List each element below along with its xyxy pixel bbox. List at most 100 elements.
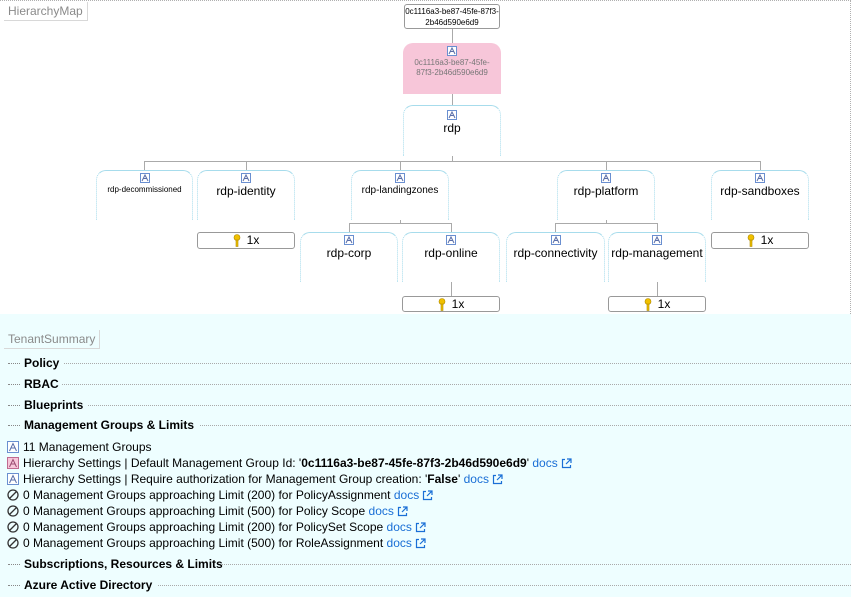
- subscription-count-badge[interactable]: 1x: [608, 296, 706, 312]
- mg-label-rdp-corp: rdp-corp: [326, 246, 372, 260]
- mg-label-rdp-online: rdp-online: [424, 246, 478, 260]
- connector-line: [144, 161, 145, 170]
- root-management-group-icon: [7, 457, 19, 469]
- mg-node-rdp[interactable]: rdp: [403, 105, 501, 156]
- connector-line: [555, 223, 556, 232]
- section-subscriptions-resources-limits[interactable]: Subscriptions, Resources & Limits: [0, 556, 851, 572]
- management-group-icon: [447, 110, 457, 120]
- mg-node-rdp-sandboxes[interactable]: rdp-sandboxes: [711, 170, 809, 220]
- management-group-icon: [550, 235, 561, 245]
- subscription-count-badge[interactable]: 1x: [711, 232, 809, 249]
- key-icon: [747, 234, 754, 248]
- key-icon: [644, 298, 651, 312]
- connector-line: [452, 29, 453, 43]
- docs-link[interactable]: docs: [387, 520, 412, 534]
- mg-node-rdp-connectivity[interactable]: rdp-connectivity: [506, 232, 605, 282]
- management-group-icon: [241, 173, 251, 183]
- section-azure-active-directory[interactable]: Azure Active Directory: [0, 577, 851, 593]
- docs-link[interactable]: docs: [387, 536, 412, 550]
- mg-node-rdp-decommissioned[interactable]: rdp-decommissioned: [96, 170, 193, 220]
- mg-node-rdp-online[interactable]: rdp-online: [402, 232, 500, 282]
- mg-label-rdp-connectivity: rdp-connectivity: [513, 246, 598, 260]
- connector-line: [452, 94, 453, 105]
- section-blueprints[interactable]: Blueprints: [0, 397, 851, 413]
- root-group-label: 0c1116a3-be87-45fe-87f3-2b46d590e6d9: [414, 58, 490, 77]
- tenant-summary-tag: TenantSummary: [4, 330, 101, 349]
- connector-line: [451, 223, 452, 232]
- management-group-icon: [652, 235, 662, 245]
- connector-line: [606, 161, 607, 170]
- mg-label-rdp: rdp: [443, 121, 461, 135]
- mg-label-rdp-decommissioned: rdp-decommissioned: [107, 185, 182, 194]
- connector-line: [400, 161, 401, 170]
- external-link-icon: [423, 490, 433, 501]
- info-line-limit-policyset-scope: 0 Management Groups approaching Limit (2…: [7, 520, 426, 535]
- mg-node-rdp-identity[interactable]: rdp-identity: [197, 170, 295, 220]
- docs-link[interactable]: docs: [369, 504, 394, 518]
- mg-label-rdp-landingzones: rdp-landingzones: [361, 185, 439, 196]
- management-group-icon: [447, 46, 457, 56]
- management-group-icon: [755, 173, 765, 183]
- connector-line: [349, 223, 452, 224]
- mg-label-rdp-sandboxes: rdp-sandboxes: [720, 184, 800, 198]
- subscription-count: 1x: [760, 233, 774, 247]
- info-line-require-authorization: Hierarchy Settings | Require authorizati…: [7, 472, 503, 487]
- management-group-icon: [7, 441, 19, 453]
- mg-label-rdp-management: rdp-management: [611, 246, 703, 260]
- connector-line: [246, 161, 247, 170]
- root-management-group-node[interactable]: 0c1116a3-be87-45fe-87f3-2b46d590e6d9: [403, 43, 501, 94]
- management-group-icon: [446, 235, 456, 245]
- connector-line: [657, 282, 658, 296]
- no-entry-icon: [7, 537, 19, 549]
- connector-line: [657, 223, 658, 232]
- section-policy[interactable]: Policy: [0, 355, 851, 371]
- connector-line: [144, 161, 761, 162]
- section-rbac[interactable]: RBAC: [0, 376, 851, 392]
- no-entry-icon: [7, 489, 19, 501]
- info-line-default-mg: Hierarchy Settings | Default Management …: [7, 456, 572, 471]
- info-line-limit-roleassignment: 0 Management Groups approaching Limit (5…: [7, 536, 426, 551]
- key-icon: [233, 234, 240, 248]
- external-link-icon: [415, 538, 426, 549]
- subscription-count-badge[interactable]: 1x: [402, 296, 500, 312]
- subscription-count-badge[interactable]: 1x: [197, 232, 295, 249]
- management-group-icon: [139, 173, 150, 183]
- docs-link[interactable]: docs: [464, 472, 489, 486]
- external-link-icon: [415, 522, 426, 533]
- docs-link[interactable]: docs: [394, 488, 419, 502]
- subscription-count: 1x: [657, 297, 671, 311]
- mg-node-rdp-landingzones[interactable]: rdp-landingzones: [351, 170, 449, 220]
- management-group-icon: [395, 173, 405, 183]
- docs-link[interactable]: docs: [532, 456, 557, 470]
- hierarchy-map-tag: HierarchyMap: [4, 2, 88, 21]
- tenant-node[interactable]: 0c1116a3-be87-45fe-87f3-2b46d590e6d9: [404, 4, 500, 29]
- connector-line: [555, 223, 658, 224]
- no-entry-icon: [7, 505, 19, 517]
- connector-line: [760, 161, 761, 170]
- subscription-count: 1x: [451, 297, 465, 311]
- info-line-limit-policy-scope: 0 Management Groups approaching Limit (5…: [7, 504, 408, 519]
- section-title-policy: Policy: [24, 355, 66, 371]
- mg-label-rdp-platform: rdp-platform: [573, 184, 639, 198]
- mg-node-rdp-management[interactable]: rdp-management: [608, 232, 706, 282]
- connector-line: [349, 223, 350, 232]
- tenant-summary-panel: TenantSummary Policy RBAC Blueprints Man…: [0, 314, 851, 597]
- section-title-aad: Azure Active Directory: [24, 577, 159, 593]
- info-line-limit-policyassignment: 0 Management Groups approaching Limit (2…: [7, 488, 433, 503]
- connector-line: [451, 282, 452, 296]
- external-link-icon: [492, 474, 503, 485]
- external-link-icon: [397, 506, 408, 517]
- section-title-subs-limits: Subscriptions, Resources & Limits: [24, 556, 229, 572]
- mg-node-rdp-corp[interactable]: rdp-corp: [300, 232, 398, 282]
- section-title-mg-limits: Management Groups & Limits: [24, 417, 201, 433]
- info-line-mg-count: 11 Management Groups: [7, 440, 152, 455]
- mg-label-rdp-identity: rdp-identity: [216, 184, 276, 198]
- section-management-groups-limits[interactable]: Management Groups & Limits: [0, 417, 851, 433]
- mg-node-rdp-platform[interactable]: rdp-platform: [557, 170, 655, 220]
- key-icon: [438, 298, 445, 312]
- subscription-count: 1x: [246, 233, 260, 247]
- no-entry-icon: [7, 521, 19, 533]
- section-title-blueprints: Blueprints: [24, 397, 90, 413]
- management-group-icon: [601, 173, 611, 183]
- management-group-icon: [344, 235, 354, 245]
